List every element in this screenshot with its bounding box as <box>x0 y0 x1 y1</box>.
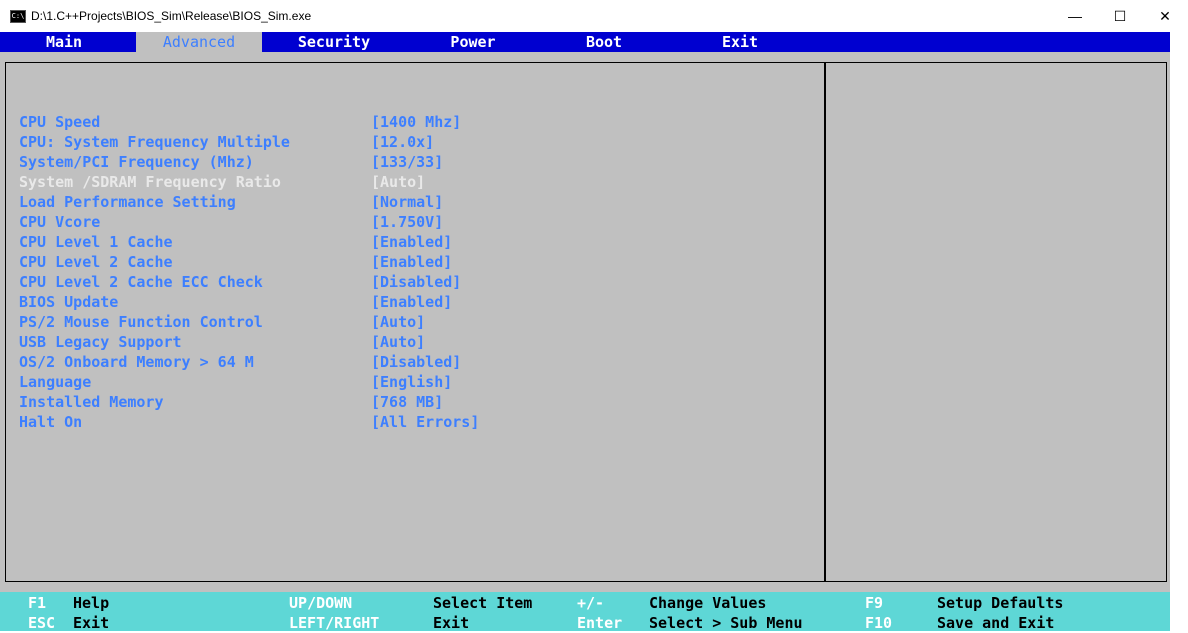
setting-value[interactable]: [Enabled] <box>371 292 452 312</box>
title-bar: C:\ D:\1.C++Projects\BIOS_Sim\Release\BI… <box>0 0 1188 32</box>
tab-boot[interactable]: Boot <box>580 32 628 52</box>
f1-desc: Help <box>73 594 110 612</box>
setting-value[interactable]: [Disabled] <box>371 352 461 372</box>
setting-label: CPU Vcore <box>19 213 101 231</box>
setting-label: CPU Level 2 Cache <box>19 253 173 271</box>
setting-label: PS/2 Mouse Function Control <box>19 313 263 331</box>
f9-key: F9 <box>865 594 884 612</box>
setting-value[interactable]: [12.0x] <box>371 132 434 152</box>
tab-exit[interactable]: Exit <box>716 32 764 52</box>
setting-value[interactable]: [All Errors] <box>371 412 479 432</box>
setting-value[interactable]: [Auto] <box>371 332 425 352</box>
setting-label: CPU Level 1 Cache <box>19 233 173 251</box>
f1-key: F1 <box>28 594 47 612</box>
console-app-icon: C:\ <box>10 10 26 23</box>
tab-power[interactable]: Power <box>440 32 506 52</box>
key-help-bar: F1 Help ESC Exit UP/DOWN Select Item LEF… <box>0 592 1170 632</box>
setting-label: OS/2 Onboard Memory > 64 M <box>19 353 254 371</box>
setting-label: Load Performance Setting <box>19 193 236 211</box>
setting-value[interactable]: [1400 Mhz] <box>371 112 461 132</box>
setting-label: Installed Memory <box>19 393 164 411</box>
bios-menu-bar: Main Advanced Security Power Boot Exit <box>0 32 1170 52</box>
tab-security[interactable]: Security <box>290 32 378 52</box>
setting-label: CPU Level 2 Cache ECC Check <box>19 273 263 291</box>
setting-value: [Auto] <box>371 173 426 191</box>
maximize-button[interactable]: ☐ <box>1097 0 1143 32</box>
setting-label: CPU Speed <box>19 113 101 131</box>
enter-desc: Select > Sub Menu <box>649 614 803 632</box>
setting-label: Language <box>19 373 92 391</box>
setting-value[interactable]: [English] <box>371 372 452 392</box>
setting-value[interactable]: [133/33] <box>371 152 443 172</box>
plusminus-desc: Change Values <box>649 594 767 612</box>
setting-value[interactable]: [1.750V] <box>371 212 443 232</box>
tab-advanced[interactable]: Advanced <box>136 32 262 52</box>
setting-value[interactable]: [Normal] <box>371 192 443 212</box>
settings-panel: CPU Speed [1400 Mhz] CPU: System Frequen… <box>0 52 1170 592</box>
setting-label: System /SDRAM Frequency Ratio <box>19 173 281 191</box>
setting-label: USB Legacy Support <box>19 333 182 351</box>
leftright-desc: Exit <box>433 614 470 632</box>
setting-label: System/PCI Frequency (Mhz) <box>19 153 254 171</box>
f10-desc: Save and Exit <box>937 614 1055 632</box>
setting-value[interactable]: [768 MB] <box>371 392 443 412</box>
setting-value[interactable]: [Enabled] <box>371 232 452 252</box>
plusminus-key: +/- <box>577 594 605 612</box>
leftright-key: LEFT/RIGHT <box>289 614 380 632</box>
window-title: D:\1.C++Projects\BIOS_Sim\Release\BIOS_S… <box>31 9 312 23</box>
console-margin <box>1170 32 1188 592</box>
item-help-box <box>824 62 1167 582</box>
esc-desc: Exit <box>73 614 110 632</box>
setting-label: CPU: System Frequency Multiple <box>19 133 290 151</box>
setting-value[interactable]: [Disabled] <box>371 272 461 292</box>
updown-desc: Select Item <box>433 594 533 612</box>
minimize-button[interactable]: — <box>1052 0 1098 32</box>
updown-key: UP/DOWN <box>289 594 353 612</box>
esc-key: ESC <box>28 614 56 632</box>
setting-value[interactable]: [Auto] <box>371 312 425 332</box>
f9-desc: Setup Defaults <box>937 594 1064 612</box>
setting-label: Halt On <box>19 413 83 431</box>
f10-key: F10 <box>865 614 893 632</box>
enter-key: Enter <box>577 614 623 632</box>
setting-value[interactable]: [Enabled] <box>371 252 452 272</box>
tab-main[interactable]: Main <box>28 32 100 52</box>
close-button[interactable]: ✕ <box>1142 0 1188 32</box>
setting-label: BIOS Update <box>19 293 119 311</box>
